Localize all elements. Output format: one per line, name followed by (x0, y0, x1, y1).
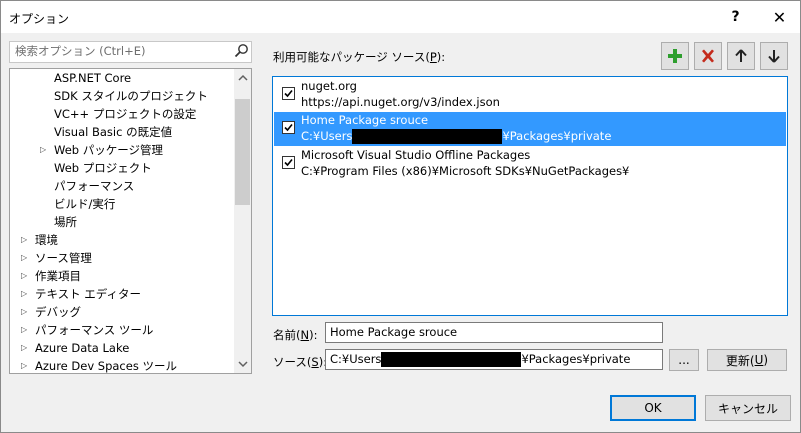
search-box[interactable] (9, 41, 252, 63)
title-bar: オプション ? ✕ (1, 1, 800, 33)
tree-item-vcpp[interactable]: VC++ プロジェクトの設定 (54, 105, 196, 123)
source-input[interactable]: C:¥Users ¥Packages¥private (325, 349, 663, 370)
source-url: C:¥Users ¥Packages¥private (301, 129, 612, 144)
scroll-down-icon[interactable] (234, 356, 251, 373)
source-name: Home Package srouce (301, 113, 429, 127)
window-title: オプション (9, 12, 70, 26)
tree-item-work-items[interactable]: 作業項目 (35, 267, 81, 285)
source-url: https://api.nuget.org/v3/index.json (301, 95, 500, 109)
arrow-down-icon (768, 50, 780, 63)
tree-item-debug[interactable]: デバッグ (35, 303, 81, 321)
plus-icon (668, 49, 682, 63)
tree-item-azure-dev-spaces[interactable]: Azure Dev Spaces ツール (35, 357, 177, 373)
search-icon[interactable] (233, 43, 249, 59)
ok-button[interactable]: OK (610, 395, 696, 421)
expand-arrow-icon[interactable]: ▷ (21, 339, 31, 357)
options-dialog: オプション ? ✕ ASP.NET Core SDK スタイルのプロジェクト V… (0, 0, 801, 433)
remove-source-button[interactable] (694, 42, 722, 70)
move-up-button[interactable] (727, 42, 755, 70)
tree-item-environment[interactable]: 環境 (35, 231, 58, 249)
tree-scrollbar[interactable] (234, 69, 251, 373)
sources-label: 利用可能なパッケージ ソース(P): (273, 50, 446, 64)
name-input[interactable]: Home Package srouce (325, 322, 663, 343)
expand-arrow-icon[interactable]: ▷ (21, 267, 31, 285)
scroll-thumb[interactable] (235, 99, 250, 205)
source-checkbox[interactable] (282, 87, 295, 100)
tree-item-perf-tools[interactable]: パフォーマンス ツール (35, 321, 153, 339)
tree-item-aspnet-core[interactable]: ASP.NET Core (54, 69, 131, 87)
source-checkbox[interactable] (282, 156, 295, 169)
expand-arrow-icon[interactable]: ▷ (21, 321, 31, 339)
source-url: C:¥Program Files (x86)¥Microsoft SDKs¥Nu… (301, 164, 630, 178)
source-checkbox[interactable] (282, 121, 295, 134)
help-button[interactable]: ? (713, 1, 758, 33)
add-source-button[interactable] (661, 42, 689, 70)
tree-item-vb-defaults[interactable]: Visual Basic の既定値 (54, 123, 172, 141)
scroll-up-icon[interactable] (234, 69, 251, 86)
tree-item-text-editor[interactable]: テキスト エディター (35, 285, 141, 303)
tree-item-sdk-style[interactable]: SDK スタイルのプロジェクト (54, 87, 208, 105)
arrow-up-icon (735, 49, 747, 62)
close-button[interactable]: ✕ (757, 1, 801, 33)
tree-item-build-run[interactable]: ビルド/実行 (54, 195, 115, 213)
checkmark-icon (284, 123, 293, 132)
name-label: 名前(N): (273, 328, 318, 342)
expand-arrow-icon[interactable]: ▷ (21, 357, 31, 373)
source-name: nuget.org (301, 79, 357, 93)
update-button[interactable]: 更新(U) (707, 349, 787, 371)
browse-button[interactable]: ... (669, 349, 699, 371)
tree-item-location[interactable]: 場所 (54, 213, 77, 231)
tree-item-performance[interactable]: パフォーマンス (54, 177, 134, 195)
checkmark-icon (284, 158, 293, 167)
package-source-item[interactable]: Microsoft Visual Studio Offline Packages… (274, 147, 786, 181)
delete-x-icon (702, 49, 714, 63)
expand-arrow-icon[interactable]: ▷ (40, 141, 50, 159)
options-tree[interactable]: ASP.NET Core SDK スタイルのプロジェクト VC++ プロジェクト… (9, 68, 252, 374)
tree-item-web-package[interactable]: Web パッケージ管理 (54, 141, 163, 159)
source-label: ソース(S): (273, 355, 328, 369)
tree-item-web-project[interactable]: Web プロジェクト (54, 159, 152, 177)
move-down-button[interactable] (760, 42, 788, 70)
package-sources-list[interactable]: nuget.org https://api.nuget.org/v3/index… (272, 76, 788, 316)
tree-item-azure-data-lake[interactable]: Azure Data Lake (35, 339, 129, 357)
package-source-item-selected[interactable]: Home Package srouce C:¥Users ¥Packages¥pr… (274, 112, 786, 146)
expand-arrow-icon[interactable]: ▷ (21, 285, 31, 303)
tree-item-source-control[interactable]: ソース管理 (35, 249, 92, 267)
redacted-block (381, 352, 522, 367)
source-name: Microsoft Visual Studio Offline Packages (301, 148, 531, 162)
package-source-item[interactable]: nuget.org https://api.nuget.org/v3/index… (274, 78, 786, 112)
search-input[interactable] (10, 42, 225, 60)
expand-arrow-icon[interactable]: ▷ (21, 231, 31, 249)
expand-arrow-icon[interactable]: ▷ (21, 249, 31, 267)
redacted-block (352, 129, 503, 144)
cancel-button[interactable]: キャンセル (705, 395, 791, 421)
checkmark-icon (284, 89, 293, 98)
expand-arrow-icon[interactable]: ▷ (21, 303, 31, 321)
